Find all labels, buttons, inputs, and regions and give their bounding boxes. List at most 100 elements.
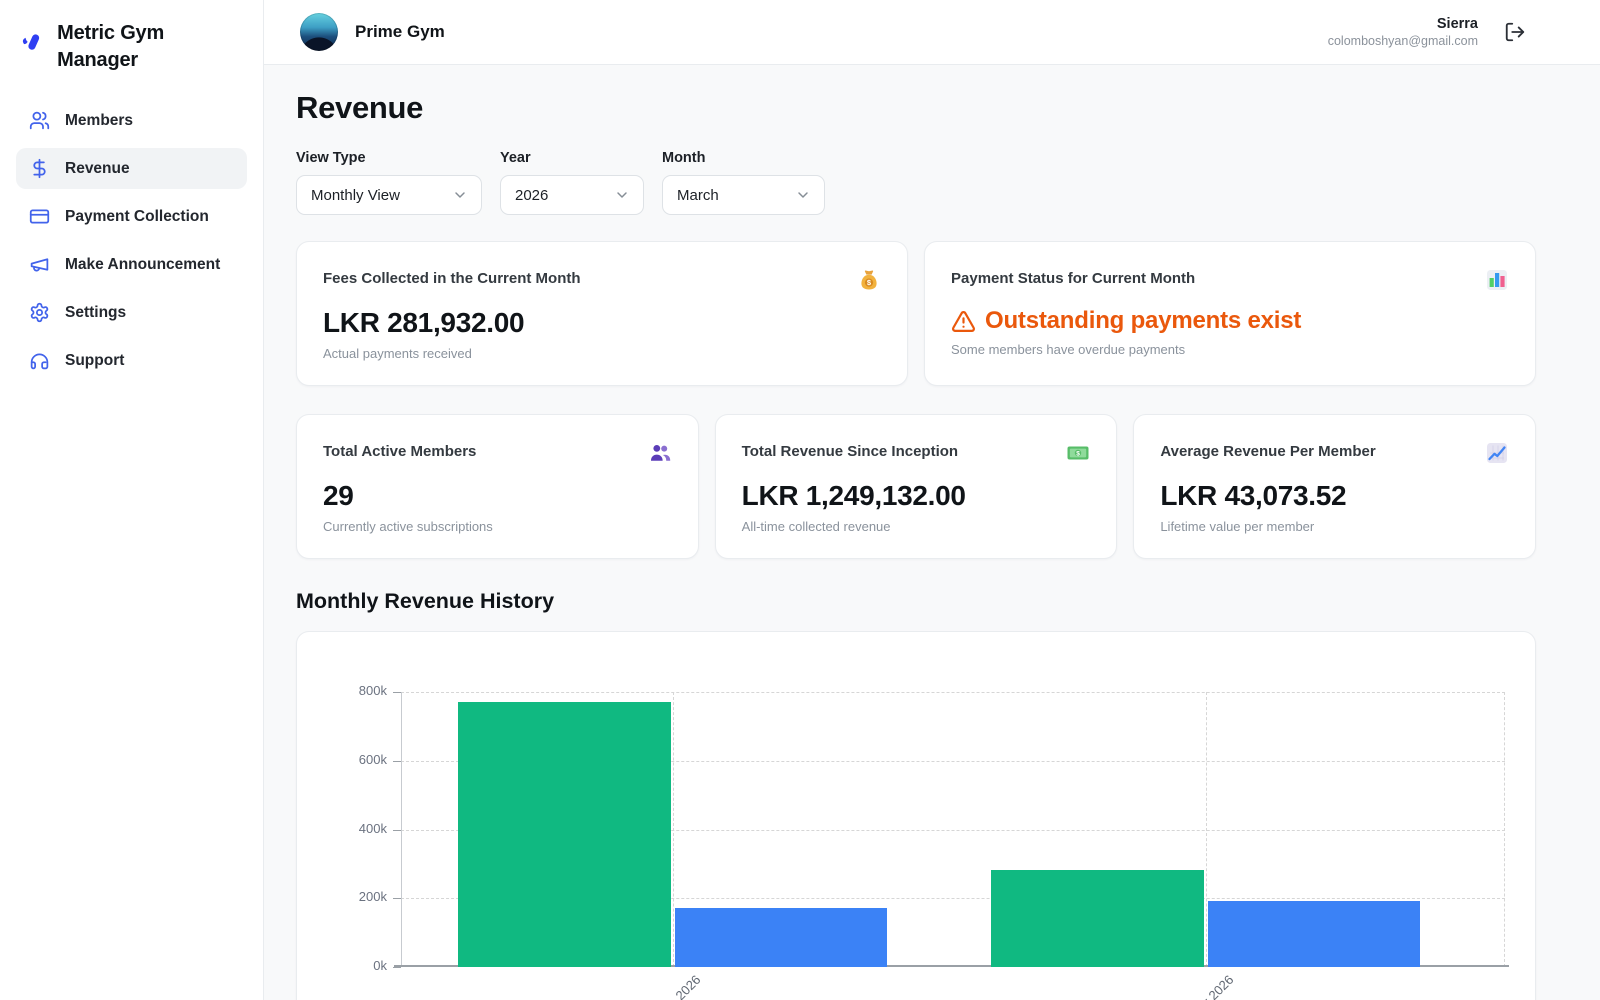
sidebar-item-label: Payment Collection bbox=[65, 208, 209, 226]
x-tick-label: Mar 2026 bbox=[1187, 972, 1236, 1000]
month-select[interactable]: March bbox=[662, 175, 825, 215]
y-tick-label: 800k bbox=[335, 683, 387, 698]
y-tick-label: 200k bbox=[335, 889, 387, 904]
card-active-members: Total Active Members 29 Currently active… bbox=[296, 414, 699, 559]
y-tick-mark bbox=[393, 898, 401, 899]
y-tick-label: 400k bbox=[335, 821, 387, 836]
month-value: March bbox=[677, 187, 719, 204]
chart-increasing-icon bbox=[1485, 441, 1509, 465]
sidebar-item-label: Revenue bbox=[65, 160, 130, 178]
sidebar-item-label: Settings bbox=[65, 304, 126, 322]
chevron-down-icon bbox=[614, 187, 630, 203]
chevron-down-icon bbox=[795, 187, 811, 203]
bar-feb-2026-series_green[interactable] bbox=[458, 702, 671, 967]
warning-triangle-icon bbox=[951, 309, 976, 334]
y-tick-mark bbox=[393, 967, 401, 968]
card-title: Total Active Members bbox=[323, 441, 476, 460]
y-tick-label: 600k bbox=[335, 752, 387, 767]
card-total-revenue: Total Revenue Since Inception $ LKR 1,24… bbox=[715, 414, 1118, 559]
payment-status-text: Outstanding payments exist bbox=[985, 307, 1301, 335]
svg-text:$: $ bbox=[1077, 450, 1081, 457]
total-revenue-value: LKR 1,249,132.00 bbox=[742, 480, 1091, 512]
chart-section-title: Monthly Revenue History bbox=[296, 589, 1536, 614]
bar-feb-2026-series_blue[interactable] bbox=[675, 908, 888, 967]
view-type-value: Monthly View bbox=[311, 187, 400, 204]
app-logo: Metric Gym Manager bbox=[0, 14, 263, 100]
logout-icon[interactable] bbox=[1504, 21, 1526, 43]
page-title: Revenue bbox=[296, 90, 1536, 126]
card-title: Average Revenue Per Member bbox=[1160, 441, 1375, 460]
sidebar-item-members[interactable]: Members bbox=[16, 100, 247, 141]
sidebar-item-revenue[interactable]: Revenue bbox=[16, 148, 247, 189]
monthly-revenue-chart: 0k 200k 400k 600k 800k Feb 2026 Mar 2026 bbox=[296, 631, 1536, 1000]
bar-chart-icon bbox=[1485, 268, 1509, 292]
bar-mar-2026-series_green[interactable] bbox=[991, 870, 1204, 967]
gym-avatar[interactable] bbox=[300, 13, 338, 51]
x-tick-label: Feb 2026 bbox=[654, 972, 703, 1000]
sidebar: Metric Gym Manager Members Revenue Payme… bbox=[0, 0, 264, 1000]
sidebar-item-support[interactable]: Support bbox=[16, 340, 247, 381]
filter-year: Year 2026 bbox=[500, 150, 644, 215]
active-members-subtitle: Currently active subscriptions bbox=[323, 519, 672, 534]
banknote-icon: $ bbox=[1066, 441, 1090, 465]
sidebar-item-make-announcement[interactable]: Make Announcement bbox=[16, 244, 247, 285]
app-title: Metric Gym Manager bbox=[57, 20, 245, 74]
sidebar-nav: Members Revenue Payment Collection Make … bbox=[0, 100, 263, 381]
gym-name: Prime Gym bbox=[355, 22, 445, 42]
topbar: Prime Gym Sierra colomboshyan@gmail.com bbox=[264, 0, 1600, 65]
year-select[interactable]: 2026 bbox=[500, 175, 644, 215]
x-gridline bbox=[1206, 692, 1207, 967]
card-title: Total Revenue Since Inception bbox=[742, 441, 958, 460]
total-revenue-subtitle: All-time collected revenue bbox=[742, 519, 1091, 534]
user-name: Sierra bbox=[1328, 16, 1478, 32]
y-gridline bbox=[401, 692, 1505, 693]
chevron-down-icon bbox=[452, 187, 468, 203]
y-axis-line bbox=[401, 692, 402, 967]
bar-mar-2026-series_blue[interactable] bbox=[1208, 901, 1421, 967]
user-email: colomboshyan@gmail.com bbox=[1328, 34, 1478, 48]
year-value: 2026 bbox=[515, 187, 548, 204]
y-tick-label: 0k bbox=[335, 958, 387, 973]
gym-identity: Prime Gym bbox=[300, 13, 445, 51]
sidebar-item-payment-collection[interactable]: Payment Collection bbox=[16, 196, 247, 237]
money-bag-icon: $ bbox=[857, 268, 881, 292]
fees-collected-value: LKR 281,932.00 bbox=[323, 307, 881, 339]
y-tick-mark bbox=[393, 761, 401, 762]
filter-month: Month March bbox=[662, 150, 825, 215]
fees-collected-subtitle: Actual payments received bbox=[323, 346, 881, 361]
app-logo-icon bbox=[16, 26, 47, 58]
members-icon bbox=[29, 110, 50, 131]
gear-icon bbox=[29, 302, 50, 323]
sidebar-item-label: Members bbox=[65, 112, 133, 130]
sidebar-item-label: Make Announcement bbox=[65, 256, 220, 274]
x-gridline bbox=[673, 692, 674, 967]
avg-revenue-subtitle: Lifetime value per member bbox=[1160, 519, 1509, 534]
avg-revenue-value: LKR 43,073.52 bbox=[1160, 480, 1509, 512]
two-members-icon bbox=[648, 441, 672, 465]
chart-plot: 0k200k400k600k800kFeb 2026Mar 2026 bbox=[401, 692, 1505, 967]
payment-status-value: Outstanding payments exist bbox=[951, 307, 1509, 335]
sidebar-item-settings[interactable]: Settings bbox=[16, 292, 247, 333]
headphones-icon bbox=[29, 350, 50, 371]
active-members-value: 29 bbox=[323, 480, 672, 512]
view-type-select[interactable]: Monthly View bbox=[296, 175, 482, 215]
payment-status-subtitle: Some members have overdue payments bbox=[951, 342, 1509, 357]
user-info: Sierra colomboshyan@gmail.com bbox=[1328, 16, 1478, 48]
x-gridline bbox=[1504, 692, 1505, 967]
filters: View Type Monthly View Year 2026 bbox=[296, 150, 1536, 215]
content: Revenue View Type Monthly View Year 2026 bbox=[264, 65, 1600, 1000]
month-label: Month bbox=[662, 150, 825, 166]
year-label: Year bbox=[500, 150, 644, 166]
card-avg-revenue: Average Revenue Per Member LKR 43,073.52… bbox=[1133, 414, 1536, 559]
view-type-label: View Type bbox=[296, 150, 482, 166]
card-fees-collected: Fees Collected in the Current Month $ LK… bbox=[296, 241, 908, 386]
card-title: Payment Status for Current Month bbox=[951, 268, 1195, 287]
y-tick-mark bbox=[393, 692, 401, 693]
card-payment-status: Payment Status for Current Month Outstan… bbox=[924, 241, 1536, 386]
dollar-icon bbox=[29, 158, 50, 179]
card-title: Fees Collected in the Current Month bbox=[323, 268, 581, 287]
credit-card-icon bbox=[29, 206, 50, 227]
filter-view-type: View Type Monthly View bbox=[296, 150, 482, 215]
sidebar-item-label: Support bbox=[65, 352, 124, 370]
megaphone-icon bbox=[29, 254, 50, 275]
